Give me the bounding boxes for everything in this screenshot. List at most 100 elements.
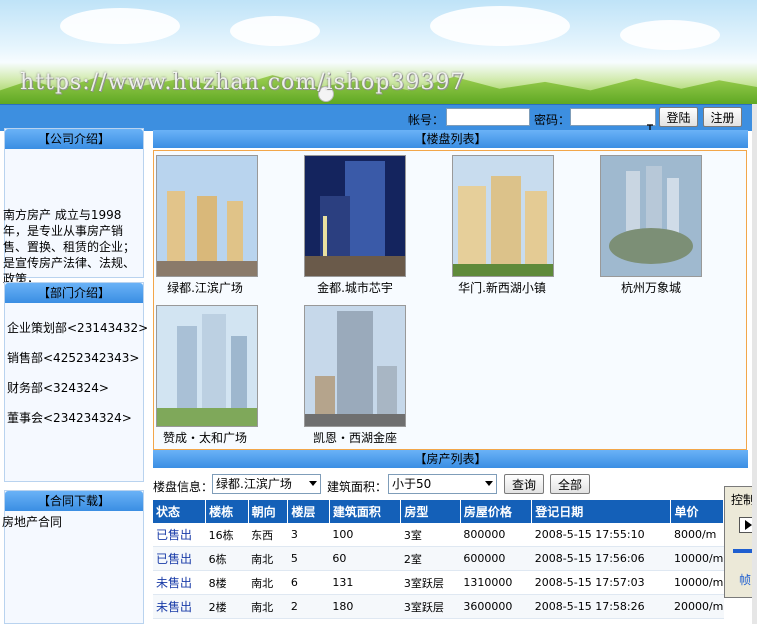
table-cell: 3 — [287, 523, 330, 547]
table-cell: 10000/m — [670, 570, 724, 595]
chevron-down-icon — [485, 481, 493, 486]
area-select-value: 小于50 — [392, 477, 432, 491]
page-scrollbar[interactable] — [752, 104, 757, 624]
company-intro-panel: 【公司介绍】 南方房产 成立与1998年，是专业从事房产销售、置换、租赁的企业；… — [3, 128, 144, 286]
chevron-down-icon — [309, 481, 317, 486]
building-photo[interactable] — [156, 155, 258, 277]
status-cell[interactable]: 未售出 — [153, 594, 206, 619]
table-row: 已售出 16栋 东西 3 100 3室 800000 2008-5-15 17:… — [153, 523, 724, 547]
building-filter-label: 楼盘信息： — [153, 480, 214, 494]
account-input[interactable] — [446, 108, 530, 126]
table-header-row: 状态 楼栋 朝向 楼层 建筑面积 房型 房屋价格 登记日期 单价 — [153, 500, 724, 523]
building-name[interactable]: 赞成・太和广场 — [140, 429, 270, 446]
watermark-text: https://www.huzhan.com/ishop39397 — [20, 70, 466, 95]
contract-link[interactable]: 房地产合同 — [2, 513, 62, 530]
status-cell[interactable]: 已售出 — [153, 523, 206, 547]
cloud-decoration — [430, 6, 570, 46]
table-cell: 1310000 — [460, 570, 532, 595]
building-name[interactable]: 杭州万象城 — [586, 279, 716, 296]
building-photo[interactable] — [304, 305, 406, 427]
query-button[interactable]: 查询 — [504, 474, 544, 494]
cloud-decoration — [620, 20, 720, 50]
table-cell: 100 — [329, 523, 401, 547]
login-button[interactable]: 登陆 — [659, 107, 698, 127]
buildings-title: 【楼盘列表】 — [153, 130, 748, 148]
house-table: 状态 楼栋 朝向 楼层 建筑面积 房型 房屋价格 登记日期 单价 已售出 16栋… — [153, 500, 724, 619]
building-name[interactable]: 绿都.江滨广场 — [140, 279, 270, 296]
table-row: 未售出 2楼 南北 2 180 3室跃层 3600000 2008-5-15 1… — [153, 594, 724, 619]
table-cell: 131 — [329, 570, 401, 595]
department-item: 销售部<4252342343> — [7, 351, 140, 365]
building-photo[interactable] — [304, 155, 406, 277]
area-filter-label: 建筑面积： — [327, 480, 388, 494]
account-label: 帐号： — [408, 113, 445, 127]
department-item: 企业策划部<23143432> — [7, 321, 149, 335]
register-button[interactable]: 注册 — [703, 107, 742, 127]
department-item: 财务部<324324> — [7, 381, 109, 395]
column-header: 状态 — [153, 500, 207, 523]
table-cell: 2室 — [400, 546, 461, 571]
building-gallery: 绿都.江滨广场 金都.城市芯宇 华门.新西湖小镇 杭州万象城 赞成・太和广场 凯… — [153, 150, 747, 450]
company-intro-text: 南方房产 成立与1998年，是专业从事房产销售、置换、租赁的企业；是宣传房产法律… — [3, 208, 136, 286]
department-item: 董事会<234234324> — [7, 411, 132, 425]
column-header: 登记日期 — [531, 500, 672, 523]
table-cell: 3室 — [400, 523, 461, 547]
status-cell[interactable]: 已售出 — [153, 546, 206, 571]
table-cell: 2008-5-15 17:57:03 — [531, 570, 671, 595]
houses-title: 【房产列表】 — [153, 450, 748, 468]
building-name[interactable]: 凯恩・西湖金座 — [290, 429, 420, 446]
cloud-decoration — [230, 16, 320, 46]
table-row: 已售出 6栋 南北 5 60 2室 600000 2008-5-15 17:56… — [153, 546, 724, 571]
cloud-decoration — [60, 8, 180, 44]
column-header: 楼层 — [287, 500, 330, 523]
table-cell: 180 — [329, 594, 401, 619]
table-cell: 8000/m — [670, 523, 724, 547]
column-header: 朝向 — [248, 500, 289, 523]
table-cell: 800000 — [460, 523, 532, 547]
column-header: 房屋价格 — [460, 500, 533, 523]
table-cell: 6 — [287, 570, 330, 595]
table-cell: 2008-5-15 17:55:10 — [531, 523, 671, 547]
building-photo[interactable] — [156, 305, 258, 427]
area-select[interactable]: 小于50 — [388, 474, 497, 494]
column-header: 楼栋 — [205, 500, 249, 523]
table-cell: 南北 — [248, 594, 288, 619]
building-select-value: 绿都.江滨广场 — [216, 477, 292, 491]
building-name[interactable]: 金都.城市芯宇 — [290, 279, 420, 296]
column-header: 单价 — [670, 500, 724, 523]
department-panel: 【部门介绍】 企业策划部<23143432> 销售部<4252342343> 财… — [4, 282, 148, 482]
contract-panel: 【合同下载】 房地产合同 — [2, 490, 144, 624]
table-cell: 5 — [287, 546, 330, 571]
table-cell: 2 — [287, 594, 330, 619]
table-cell: 6栋 — [205, 546, 249, 571]
building-select[interactable]: 绿都.江滨广场 — [212, 474, 321, 494]
table-cell: 2楼 — [205, 594, 249, 619]
table-cell: 3室跃层 — [400, 594, 461, 619]
building-name[interactable]: 华门.新西湖小镇 — [437, 279, 567, 296]
table-cell: 60 — [329, 546, 401, 571]
table-cell: 16栋 — [205, 523, 249, 547]
table-cell: 8楼 — [205, 570, 249, 595]
contract-title: 【合同下载】 — [5, 491, 143, 511]
table-cell: 600000 — [460, 546, 532, 571]
header-banner: https://www.huzhan.com/ishop39397 — [0, 0, 757, 104]
table-cell: 南北 — [248, 546, 288, 571]
password-label: 密码： — [534, 113, 571, 127]
login-bar: 帐号： 密码： 登陆 注册 — [0, 104, 757, 131]
table-cell: 10000/m — [670, 546, 724, 571]
table-cell: 20000/m — [670, 594, 724, 619]
table-cell: 3室跃层 — [400, 570, 461, 595]
table-cell: 南北 — [248, 570, 288, 595]
table-cell: 2008-5-15 17:56:06 — [531, 546, 671, 571]
table-cell: 2008-5-15 17:58:26 — [531, 594, 671, 619]
table-cell: 东西 — [248, 523, 288, 547]
password-input[interactable] — [570, 108, 656, 126]
status-cell[interactable]: 未售出 — [153, 570, 206, 595]
building-photo[interactable] — [452, 155, 554, 277]
show-all-button[interactable]: 全部 — [550, 474, 590, 494]
column-header: 房型 — [400, 500, 461, 523]
department-title: 【部门介绍】 — [5, 283, 143, 303]
table-cell: 3600000 — [460, 594, 532, 619]
building-photo[interactable] — [600, 155, 702, 277]
table-row: 未售出 8楼 南北 6 131 3室跃层 1310000 2008-5-15 1… — [153, 570, 724, 595]
